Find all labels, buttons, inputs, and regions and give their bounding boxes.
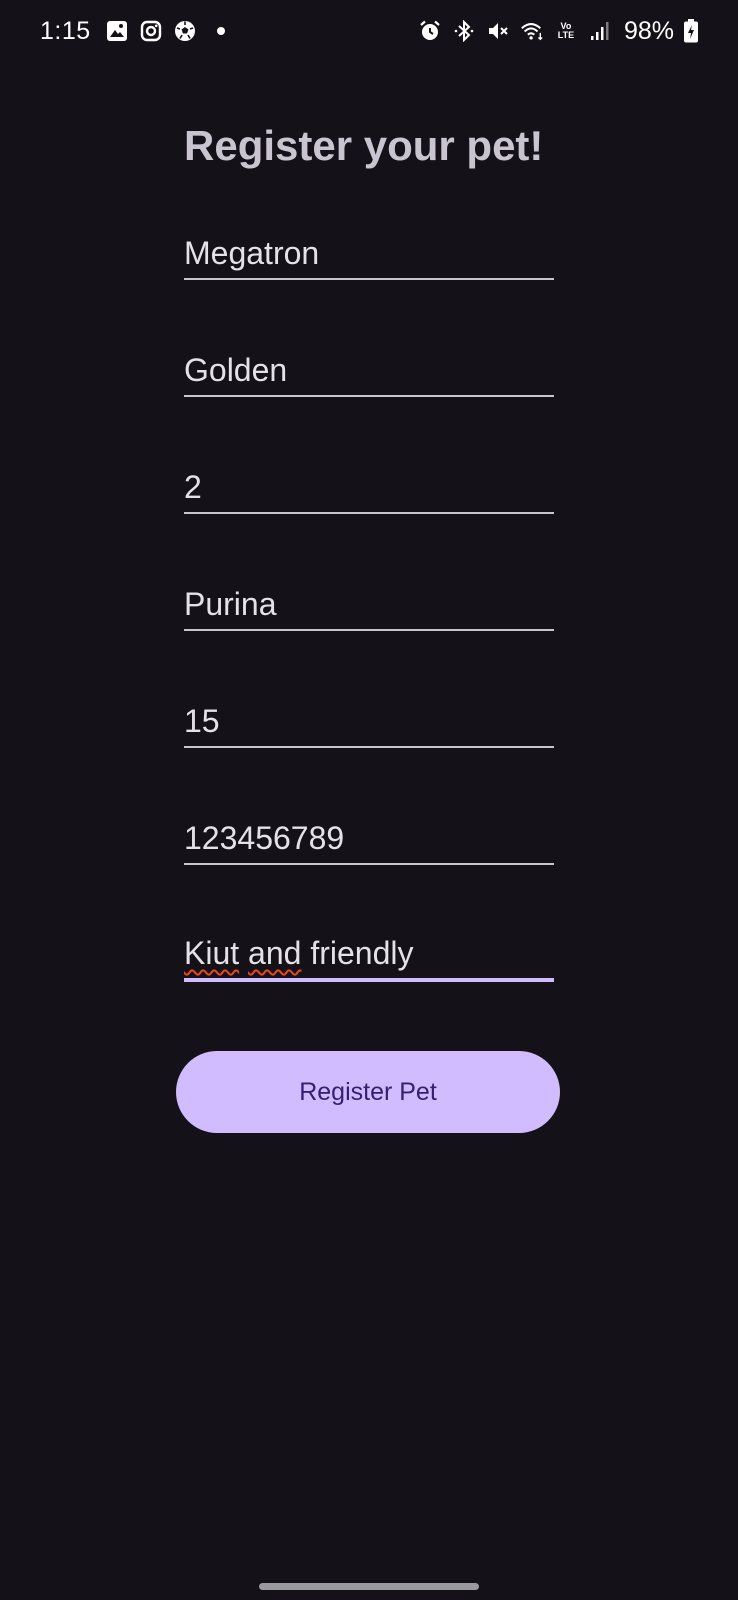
wifi-icon xyxy=(520,19,544,43)
pet-name-field[interactable]: Megatron xyxy=(184,228,554,280)
signal-icon xyxy=(588,19,612,43)
mute-icon xyxy=(486,19,510,43)
status-bar-left: 1:15 xyxy=(40,17,225,46)
pet-name-value: Megatron xyxy=(184,235,320,271)
bluetooth-icon xyxy=(452,19,476,43)
owner-phone-value: 123456789 xyxy=(184,820,345,856)
pet-description-value: Kiut and friendly xyxy=(184,935,413,972)
home-indicator[interactable] xyxy=(259,1583,479,1590)
pet-weight-field[interactable]: 15 xyxy=(184,696,554,748)
text-space xyxy=(239,935,248,971)
pet-weight-value: 15 xyxy=(184,703,220,739)
misspelled-word: Kiut xyxy=(184,935,240,971)
register-pet-button[interactable]: Register Pet xyxy=(176,1051,560,1133)
battery-charging-icon xyxy=(684,19,698,43)
text-rest: friendly xyxy=(301,935,414,971)
pet-age-field[interactable]: 2 xyxy=(184,462,554,514)
clock: 1:15 xyxy=(40,16,91,45)
owner-phone-field[interactable]: 123456789 xyxy=(184,813,554,865)
pet-age-value: 2 xyxy=(184,469,202,505)
battery-percentage: 98% xyxy=(623,16,674,45)
pet-breed-value: Golden xyxy=(184,352,288,388)
pet-description-field[interactable]: Kiut and friendly xyxy=(184,930,554,982)
volte-icon: Vo LTE xyxy=(557,21,575,40)
notification-dot xyxy=(216,27,225,35)
screen: 1:15 Vo LTE 98% Register your pet! Megat… xyxy=(0,0,738,1600)
alarm-icon xyxy=(418,19,442,43)
pet-food-value: Purina xyxy=(184,586,277,622)
instagram-icon xyxy=(139,19,163,43)
pet-food-field[interactable]: Purina xyxy=(184,579,554,631)
flagged-word: and xyxy=(248,935,302,971)
soccer-ball-icon xyxy=(173,19,197,43)
status-bar: 1:15 Vo LTE 98% xyxy=(0,0,738,62)
gallery-icon xyxy=(105,19,129,43)
pet-breed-field[interactable]: Golden xyxy=(184,345,554,397)
page-title: Register your pet! xyxy=(184,122,544,169)
status-bar-right: Vo LTE 98% xyxy=(418,17,698,46)
